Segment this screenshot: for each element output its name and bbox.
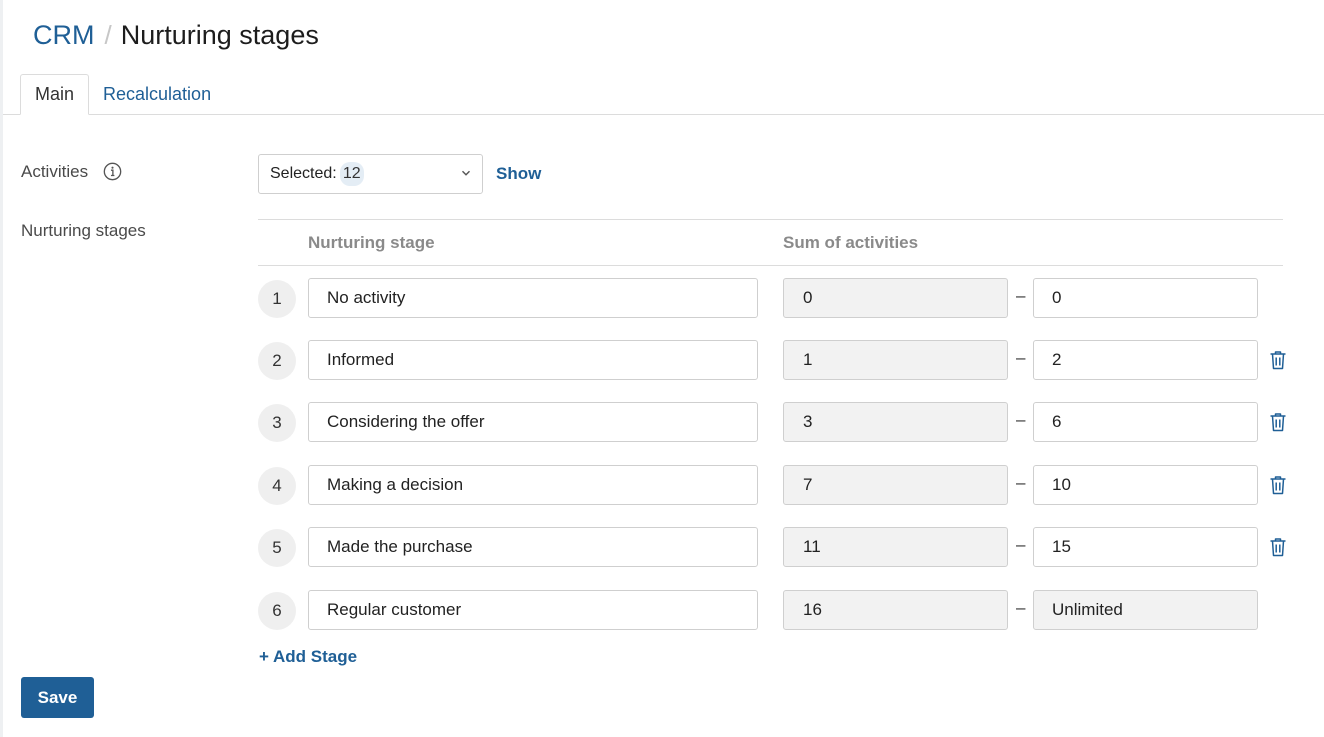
add-stage-link[interactable]: + Add Stage	[259, 647, 357, 667]
tab-bar: Main Recalculation	[20, 74, 225, 115]
column-header-sum: Sum of activities	[783, 233, 919, 252]
delete-stage-icon[interactable]	[1269, 350, 1287, 370]
stage-row: 5 Made the purchase 11 – 15	[258, 527, 1298, 567]
stage-number: 2	[258, 342, 296, 380]
range-separator: –	[1016, 410, 1026, 429]
stage-row: 2 Informed 1 – 2	[258, 340, 1298, 380]
select-prefix: Selected:	[270, 165, 337, 182]
range-separator: –	[1016, 286, 1026, 305]
range-to-input[interactable]: 0	[1033, 278, 1258, 318]
breadcrumb: CRM / Nurturing stages	[33, 20, 319, 54]
stage-number: 5	[258, 529, 296, 567]
show-activities-link[interactable]: Show	[496, 164, 541, 184]
info-icon[interactable]	[103, 162, 122, 181]
breadcrumb-crm-link[interactable]: CRM	[33, 20, 95, 51]
stage-name-input[interactable]: No activity	[308, 278, 758, 318]
delete-stage-icon[interactable]	[1269, 537, 1287, 557]
stage-number: 6	[258, 592, 296, 630]
range-separator: –	[1016, 348, 1026, 367]
range-from-field: 0	[783, 278, 1008, 318]
range-separator: –	[1016, 598, 1026, 617]
stage-name-input[interactable]: Regular customer	[308, 590, 758, 630]
table-header-divider	[258, 265, 1283, 266]
activities-select[interactable]: Selected: 12	[258, 154, 483, 194]
stage-number: 4	[258, 467, 296, 505]
range-to-input[interactable]: 6	[1033, 402, 1258, 442]
tab-main[interactable]: Main	[20, 74, 90, 115]
stage-name-input[interactable]: Made the purchase	[308, 527, 758, 567]
table-top-divider	[258, 219, 1283, 220]
range-from-field: 7	[783, 465, 1008, 505]
column-header-stage: Nurturing stage	[308, 233, 435, 252]
stage-row: 3 Considering the offer 3 – 6	[258, 402, 1298, 442]
stage-number: 1	[258, 280, 296, 318]
breadcrumb-separator: /	[104, 20, 112, 50]
stage-row: 6 Regular customer 16 – Unlimited	[258, 590, 1298, 630]
range-to-input[interactable]: 10	[1033, 465, 1258, 505]
stage-row: 1 No activity 0 – 0	[258, 278, 1298, 318]
page-title: Nurturing stages	[120, 20, 319, 50]
range-to-input[interactable]: 2	[1033, 340, 1258, 380]
stage-number: 3	[258, 404, 296, 442]
page-left-border	[0, 0, 3, 737]
stage-name-input[interactable]: Considering the offer	[308, 402, 758, 442]
chevron-down-icon	[461, 170, 471, 176]
tabs-divider	[3, 114, 1324, 115]
save-button[interactable]: Save	[21, 677, 94, 718]
stage-row: 4 Making a decision 7 – 10	[258, 465, 1298, 505]
stage-name-input[interactable]: Informed	[308, 340, 758, 380]
delete-stage-icon[interactable]	[1269, 412, 1287, 432]
nurturing-stages-label: Nurturing stages	[21, 221, 146, 240]
stage-name-input[interactable]: Making a decision	[308, 465, 758, 505]
range-to-field: Unlimited	[1033, 590, 1258, 630]
range-separator: –	[1016, 473, 1026, 492]
selected-count-badge: 12	[339, 162, 364, 186]
tab-recalculation[interactable]: Recalculation	[89, 74, 225, 115]
delete-stage-icon[interactable]	[1269, 475, 1287, 495]
range-from-field: 1	[783, 340, 1008, 380]
activities-label: Activities	[21, 162, 89, 181]
range-from-field: 16	[783, 590, 1008, 630]
range-from-field: 3	[783, 402, 1008, 442]
range-to-input[interactable]: 15	[1033, 527, 1258, 567]
range-separator: –	[1016, 535, 1026, 554]
range-from-field: 11	[783, 527, 1008, 567]
